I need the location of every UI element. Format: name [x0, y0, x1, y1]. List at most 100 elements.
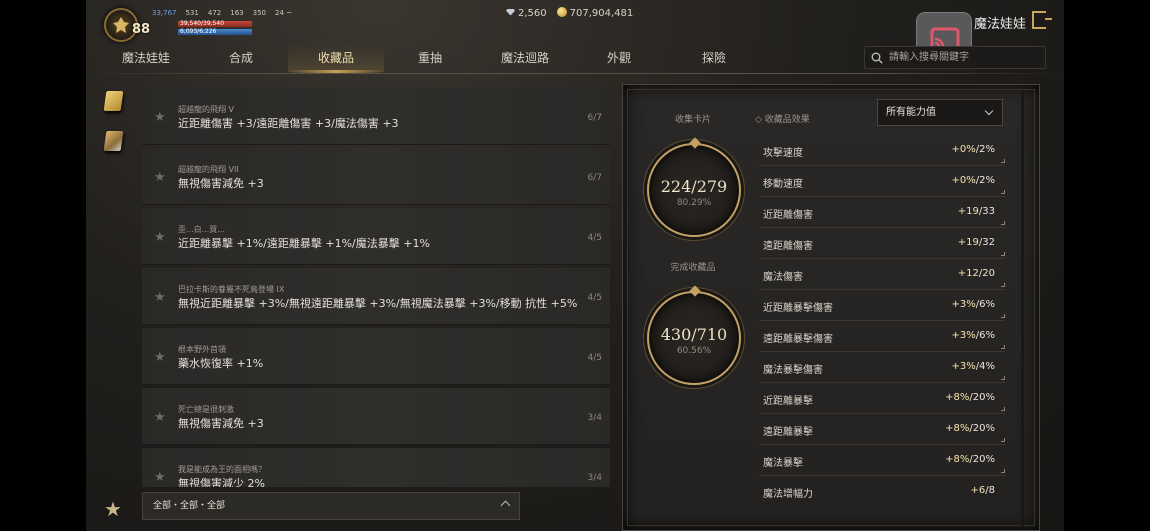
effect-row: 遠距離傷害 +19/32 — [759, 228, 1005, 259]
effect-value: +6/8 — [971, 485, 995, 496]
star-icon[interactable]: ★ — [154, 110, 166, 125]
colored-book-icon — [103, 131, 124, 151]
side-category-bar — [100, 86, 132, 166]
effect-row: 魔法暴擊傷害 +3%/4% — [759, 352, 1005, 383]
item-progress: 4/5 — [587, 353, 602, 363]
tab-appearance[interactable]: 外觀 — [571, 44, 667, 72]
item-effect: 無視傷害減免 +3 — [178, 417, 264, 430]
tab-synthesis[interactable]: 合成 — [193, 44, 289, 72]
item-effect: 藥水恢復率 +1% — [178, 357, 264, 370]
list-item[interactable]: ★ 死亡總是很刺激 無視傷害減免 +3 3/4 — [142, 388, 610, 445]
star-icon[interactable]: ★ — [154, 170, 166, 185]
stat-hit: 163 — [230, 9, 244, 17]
gem-amount: 2,560 — [518, 7, 547, 19]
item-effect: 無視傷害減免 +3 — [178, 177, 264, 190]
exit-icon[interactable] — [1032, 11, 1052, 29]
list-item[interactable]: ★ 我是能成為王的面相嗎？ 無視傷害減少 2% 3/4 — [142, 448, 610, 487]
effect-current: +8% — [945, 454, 970, 465]
tab-reroll[interactable]: 重抽 — [382, 44, 478, 72]
filter-dropdown[interactable]: 全部・全部・全部 — [142, 492, 520, 520]
filter-label: 全部・全部・全部 — [153, 501, 226, 511]
search-input[interactable] — [889, 47, 1039, 68]
tab-collection[interactable]: 收藏品 — [288, 44, 384, 74]
completed-percent: 60.56% — [676, 346, 712, 356]
effect-value: +8%/20% — [945, 392, 995, 403]
tab-magic-circuit[interactable]: 魔法迴路 — [477, 44, 573, 72]
stat-evasion: 350 — [252, 9, 266, 17]
list-item[interactable]: ★ 超越龍的飛翔 VII 無視傷害減免 +3 6/7 — [142, 148, 610, 205]
list-item[interactable]: ★ 歪...白...買... 近距離暴擊 +1%/遠距離暴擊 +1%/魔法暴擊 … — [142, 208, 610, 265]
effect-max: /20% — [969, 392, 995, 403]
list-item[interactable]: ★ 巴拉卡斯的眷屬不死鳥登場 IX 無視近距離暴擊 +3%/無視遠距離暴擊 +3… — [142, 268, 610, 325]
corner-icon — [1001, 314, 1005, 318]
item-subtitle: 巴拉卡斯的眷屬不死鳥登場 IX — [178, 285, 285, 294]
stat-filter-dropdown[interactable]: 所有能力值 — [877, 99, 1003, 126]
effect-name: 近距離暴擊 — [763, 396, 813, 407]
item-effect: 無視近距離暴擊 +3%/無視遠距離暴擊 +3%/無視魔法暴擊 +3%/移動 抗性… — [178, 297, 578, 310]
cards-progress-ring: 224/279 80.29% — [647, 137, 741, 237]
tab-magic-doll[interactable]: 魔法娃娃 — [98, 44, 194, 72]
effect-max: /2% — [975, 175, 995, 186]
effect-name: 遠距離暴擊傷害 — [763, 334, 833, 345]
effect-value: +0%/2% — [952, 144, 995, 155]
ring-gem-icon — [689, 285, 701, 297]
effect-row: 近距離傷害 +19/33 — [759, 197, 1005, 228]
star-icon[interactable]: ★ — [154, 350, 166, 365]
corner-icon — [1001, 283, 1005, 287]
item-subtitle: 超越龍的飛翔 VII — [178, 165, 239, 174]
panel-scrollbar[interactable] — [1021, 91, 1024, 527]
stats-row: 33,767 531 472 163 350 24 ~ — [152, 9, 292, 17]
effect-value: +3%/6% — [952, 330, 995, 341]
stat-defense: 531 — [185, 9, 199, 17]
chevron-down-icon — [984, 106, 994, 116]
gold-currency: 707,904,481 — [556, 7, 634, 19]
item-effect: 近距離傷害 +3/遠距離傷害 +3/魔法傷害 +3 — [178, 117, 399, 130]
effect-current: +0% — [951, 144, 976, 155]
effect-max: /6% — [975, 299, 995, 310]
effect-max: /32 — [978, 237, 995, 248]
effect-name: 近距離傷害 — [763, 210, 813, 221]
effect-value: +0%/2% — [952, 175, 995, 186]
effect-value: +3%/4% — [952, 361, 995, 372]
cards-percent: 80.29% — [676, 198, 712, 208]
effect-max: /33 — [978, 206, 995, 217]
star-icon[interactable]: ★ — [154, 290, 166, 305]
effect-current: +3% — [951, 330, 976, 341]
effect-name: 攻擊速度 — [763, 148, 803, 159]
side-category-gold-book[interactable] — [100, 86, 128, 114]
star-icon[interactable]: ★ — [154, 410, 166, 425]
corner-icon — [1001, 438, 1005, 442]
star-icon[interactable]: ★ — [154, 230, 166, 245]
item-progress: 3/4 — [587, 413, 602, 423]
effect-row: 遠距離暴擊 +8%/20% — [759, 414, 1005, 445]
corner-icon — [1001, 252, 1005, 256]
completed-value: 430 — [660, 325, 692, 344]
gold-amount: 707,904,481 — [569, 8, 634, 19]
tab-expedition[interactable]: 探險 — [666, 44, 762, 72]
item-effect: 近距離暴擊 +1%/遠距離暴擊 +1%/魔法暴擊 +1% — [178, 237, 430, 250]
character-level: 88 — [132, 22, 151, 37]
corner-icon — [1001, 469, 1005, 473]
mp-bar: 6,093/6,226 — [178, 29, 252, 35]
effect-name: 魔法暴擊 — [763, 458, 803, 469]
side-category-colored-book[interactable] — [100, 126, 128, 154]
cards-count: 224/279 — [649, 177, 739, 196]
corner-icon — [1001, 407, 1005, 411]
list-item[interactable]: ★ 超越龍的飛翔 V 近距離傷害 +3/遠距離傷害 +3/魔法傷害 +3 6/7 — [142, 88, 610, 145]
effect-value: +12/20 — [958, 268, 995, 279]
favorite-star-icon[interactable]: ★ — [104, 497, 122, 521]
effect-current: +12 — [957, 268, 979, 279]
stat-filter-value: 所有能力值 — [886, 107, 936, 118]
item-subtitle: 超越龍的飛翔 V — [178, 105, 235, 114]
corner-icon — [1001, 221, 1005, 225]
effect-value: +8%/20% — [945, 423, 995, 434]
tab-bar: 魔法娃娃 合成 收藏品 重抽 魔法迴路 外觀 探險 — [86, 44, 846, 74]
star-icon[interactable]: ★ — [154, 470, 166, 485]
list-item[interactable]: ★ 根本野外首領 藥水恢復率 +1% 4/5 — [142, 328, 610, 385]
effect-value: +8%/20% — [945, 454, 995, 465]
item-subtitle: 我是能成為王的面相嗎？ — [178, 465, 266, 474]
completed-count: 430/710 — [649, 325, 739, 344]
item-subtitle: 歪...白...買... — [178, 225, 225, 234]
search-icon — [871, 52, 883, 64]
cards-value: 224 — [660, 177, 692, 196]
